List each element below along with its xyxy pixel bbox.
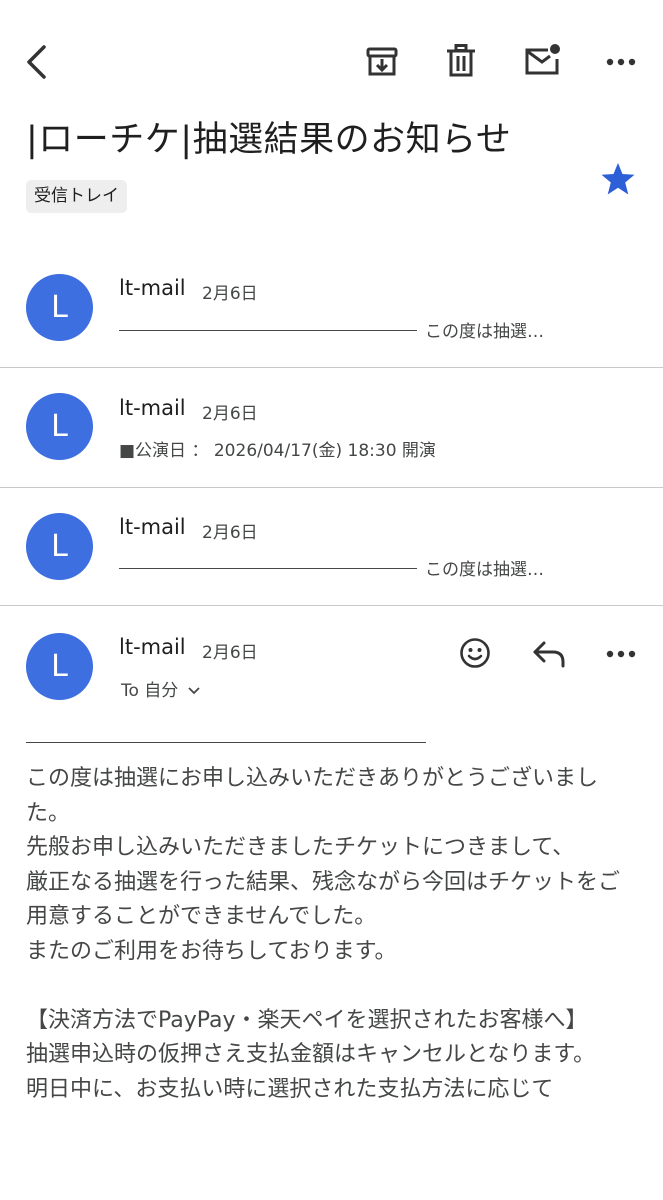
body-rule — [26, 742, 426, 743]
emoji-icon[interactable] — [459, 637, 491, 669]
message-date: 2月6日 — [202, 523, 258, 543]
avatar: L — [26, 633, 93, 700]
message-row[interactable]: L lt-mail 2月6日 この度は抽選… — [0, 248, 663, 366]
message-body: この度は抽選にお申し込みいただきありがとうございました。 先般お申し込みいただき… — [26, 766, 621, 1102]
recipient-label: To 自分 — [121, 681, 179, 701]
message-row[interactable]: L lt-mail 2月6日 ■公演日 ： 2026/04/17(金) 18:3… — [0, 368, 663, 486]
recipient-toggle[interactable]: To 自分 — [121, 676, 200, 701]
more-horizontal-icon[interactable] — [606, 649, 636, 659]
message-date: 2月6日 — [202, 284, 258, 304]
chevron-down-icon — [188, 687, 200, 695]
email-subject: |ローチケ|抽選結果のお知らせ — [26, 120, 512, 160]
more-horizontal-icon[interactable] — [606, 57, 636, 67]
inbox-label-chip[interactable]: 受信トレイ — [26, 180, 127, 213]
avatar: L — [26, 393, 93, 460]
avatar: L — [26, 274, 93, 341]
message-snippet: この度は抽選… — [119, 317, 544, 342]
sender-name: lt-mail — [119, 635, 186, 659]
message-date: 2月6日 — [202, 404, 258, 424]
mark-unread-icon[interactable] — [524, 42, 562, 78]
sender-name: lt-mail — [119, 396, 186, 420]
message-row[interactable]: L lt-mail 2月6日 この度は抽選… — [0, 488, 663, 606]
reply-icon[interactable] — [532, 640, 566, 668]
sender-name: lt-mail — [119, 515, 186, 539]
snippet-rule — [119, 329, 417, 331]
avatar: L — [26, 513, 93, 580]
trash-icon[interactable] — [446, 44, 476, 78]
archive-icon[interactable] — [365, 45, 399, 79]
back-arrow-icon[interactable] — [24, 44, 50, 80]
divider — [0, 605, 663, 606]
message-date: 2月6日 — [202, 643, 258, 663]
snippet-rule — [119, 567, 417, 569]
message-snippet: ■公演日 ： 2026/04/17(金) 18:30 開演 — [119, 441, 436, 461]
sender-name: lt-mail — [119, 276, 186, 300]
message-snippet: この度は抽選… — [119, 555, 544, 580]
star-icon[interactable] — [600, 162, 636, 196]
